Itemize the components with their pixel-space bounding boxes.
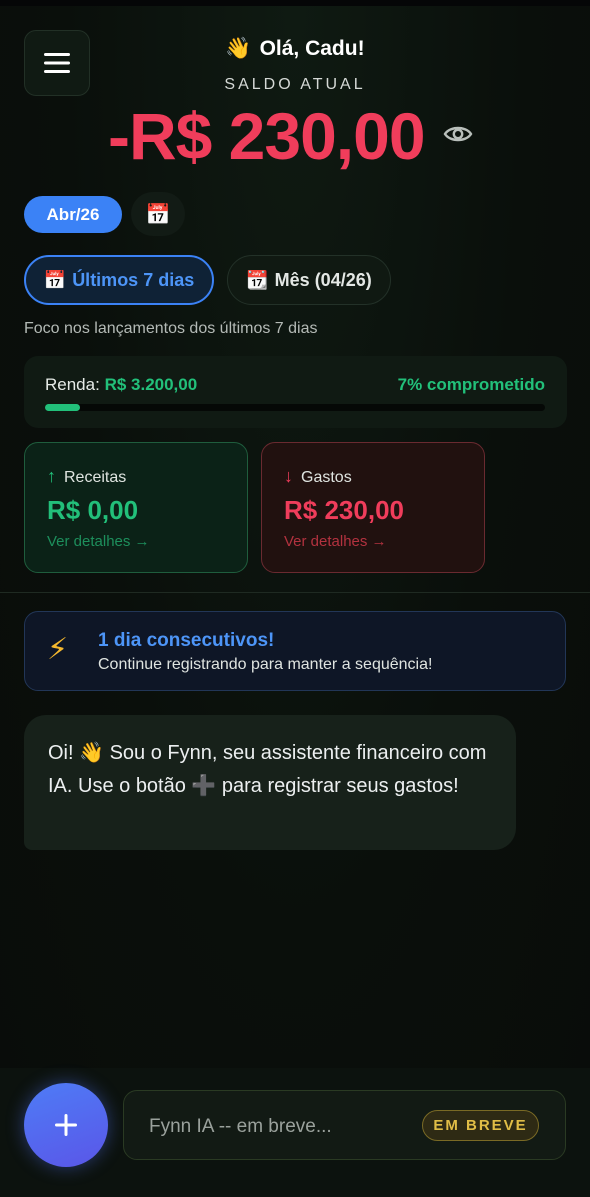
- eye-icon: [443, 126, 473, 142]
- gastos-title: ↓ Gastos: [284, 466, 352, 486]
- arrow-down-icon: ↓: [284, 466, 293, 486]
- receitas-details-link[interactable]: Ver detalhes →: [47, 533, 150, 550]
- calendar-icon: 📅: [145, 202, 171, 226]
- coming-soon-badge: EM BREVE: [422, 1110, 539, 1141]
- receitas-title: ↑ Receitas: [47, 466, 127, 486]
- toggle-visibility-button[interactable]: [441, 120, 475, 148]
- filter-label: Mês (04/26): [274, 269, 372, 290]
- commitment-progress-bar: [45, 404, 545, 411]
- add-transaction-button[interactable]: [24, 1083, 108, 1167]
- chat-placeholder: Fynn IA -- em breve...: [149, 1116, 332, 1137]
- gastos-details-link[interactable]: Ver detalhes →: [284, 533, 387, 550]
- month-selector[interactable]: Abr/26: [24, 196, 122, 233]
- plus-icon: [55, 1114, 77, 1136]
- calendar-icon: 📅: [43, 269, 67, 291]
- assistant-message-text: Oi! 👋 Sou o Fynn, seu assistente finance…: [48, 742, 487, 797]
- lightning-icon: ⚡: [47, 632, 69, 667]
- status-bar: [0, 0, 590, 6]
- arrow-up-icon: ↑: [47, 466, 56, 486]
- period-description: Foco nos lançamentos dos últimos 7 dias: [24, 320, 318, 337]
- filter-last-7-days[interactable]: 📅 Últimos 7 dias: [24, 255, 214, 305]
- balance-label: SALDO ATUAL: [224, 76, 366, 93]
- committed-percentage: 7% comprometido: [397, 375, 545, 394]
- filter-month[interactable]: 📆 Mês (04/26): [227, 255, 391, 305]
- assistant-message: Oi! 👋 Sou o Fynn, seu assistente finance…: [24, 715, 516, 850]
- chat-input[interactable]: Fynn IA -- em breve... EM BREVE: [123, 1090, 566, 1160]
- gastos-card[interactable]: ↓ Gastos R$ 230,00 Ver detalhes →: [261, 442, 485, 573]
- spiral-calendar-icon: 📆: [246, 269, 269, 291]
- greeting-text: Olá, Cadu!: [259, 37, 365, 60]
- filter-label: Últimos 7 dias: [72, 269, 195, 290]
- balance-value: -R$ 230,00: [108, 99, 426, 173]
- waving-hand-icon: 👋: [225, 36, 252, 60]
- receitas-card[interactable]: ↑ Receitas R$ 0,00 Ver detalhes →: [24, 442, 248, 573]
- greeting: 👋 Olá, Cadu!: [0, 36, 590, 61]
- income-value: R$ 3.200,00: [104, 375, 198, 394]
- receitas-value: R$ 0,00: [47, 495, 139, 525]
- commitment-progress-fill: [45, 404, 80, 411]
- gastos-value: R$ 230,00: [284, 495, 404, 525]
- calendar-button[interactable]: 📅: [131, 192, 185, 236]
- income-label: Renda: R$ 3.200,00: [45, 375, 198, 394]
- streak-subtitle: Continue registrando para manter a sequê…: [98, 656, 433, 673]
- income-card: Renda: R$ 3.200,00 7% comprometido: [24, 356, 567, 428]
- streak-title: 1 dia consecutivos!: [98, 630, 275, 651]
- streak-banner: ⚡ 1 dia consecutivos! Continue registran…: [24, 611, 566, 691]
- divider: [0, 592, 590, 593]
